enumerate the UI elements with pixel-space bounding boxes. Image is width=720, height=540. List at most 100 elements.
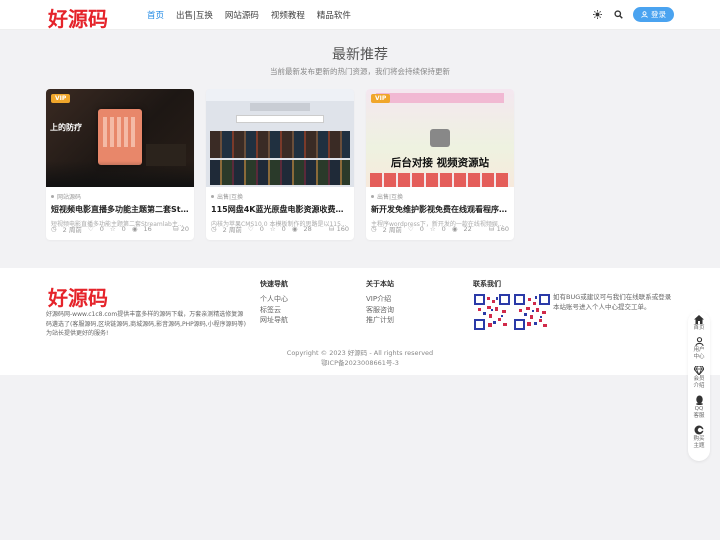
nav-premium-software[interactable]: 精品软件 [317,9,351,21]
user-icon [641,11,648,18]
post-title[interactable]: 短视频电影直播多功能主题第二套Str... [51,204,189,215]
post-category[interactable]: 出售|互换 [371,192,509,201]
footer-col-title: 快速导航 [260,280,288,288]
post-thumbnail[interactable] [206,89,354,187]
footer-col-title: 关于本站 [366,280,394,288]
download-icon: ⛁ [173,225,179,233]
footer-link-site-nav[interactable]: 网址导航 [260,315,288,326]
float-qq-button[interactable]: QQ客服 [688,395,710,420]
float-label: 购买主题 [693,436,705,449]
post-meta: ◷ 2 周前 ♡ 0 ☆ 0 ◉ 22 ⛁ 160 [371,224,509,234]
footer-link-vip[interactable]: VIP介绍 [366,294,394,305]
post-title[interactable]: 新开发免维护影视免费在线观看程序 后... [371,204,509,215]
header-actions: 登录 [591,7,674,22]
float-home-button[interactable]: 首页 [688,315,710,332]
nav-sale-exchange[interactable]: 出售|互换 [176,9,213,21]
footer-about: 关于本站 VIP介绍 客服咨询 推广计划 [366,279,394,326]
post-category[interactable]: 出售|互换 [211,192,349,201]
login-button[interactable]: 登录 [633,7,674,22]
icp-record[interactable]: 鄂ICP备2023008661号-3 [0,357,720,367]
float-user-center-button[interactable]: 用户中心 [688,337,710,361]
download-count: 20 [180,225,189,233]
post-title[interactable]: 115网盘4K蓝光原盘电影资源收费分... [211,204,349,215]
footer-description: 好源码网-www.c1c8.com提供丰富多样的源码下载，万套亲测精选修复源码遴… [46,311,246,337]
eye-icon: ◉ [131,225,138,233]
post-category[interactable]: 网站源码 [51,192,189,201]
site-header: 好源码 首页 出售|互换 网站源码 视频教程 精品软件 登录 [0,0,720,32]
footer-contact: 联系我们 [473,279,501,294]
user-icon [694,337,704,346]
footer-logo[interactable]: 好源码 [48,282,108,311]
fav-count: 0 [121,225,126,233]
float-toolbar: 首页 用户中心 会员介绍 QQ客服 购买主题 [688,311,710,461]
download-count-wrap: ⛁ 160 [489,225,509,233]
post-time: 2 周前 [62,226,82,234]
image-placeholder-icon [430,129,450,147]
qr-code-image [514,294,550,330]
thumb-caption: 上的防疗 [50,123,82,132]
float-label: 会员介绍 [693,376,705,389]
vip-badge: VIP [371,94,391,103]
footer-link-user-center[interactable]: 个人中心 [260,294,288,305]
vip-badge: VIP [51,94,71,103]
recommend-list: 上的防疗 VIP 网站源码 短视频电影直播多功能主题第二套Str... 短视频电… [46,89,514,240]
float-label: QQ客服 [693,406,705,419]
category-label: 出售|互换 [377,194,404,201]
contact-text: 如有BUG或建议可与我们在线联系或登录本站账号进入个人中心提交工单。 [553,293,672,311]
clock-icon: ◷ [211,225,217,233]
footer-link-support[interactable]: 客服咨询 [366,305,394,316]
clock-icon: ◷ [371,225,377,233]
download-count: 160 [496,225,509,233]
float-buy-theme-button[interactable]: 购买主题 [688,425,710,450]
post-thumbnail[interactable]: 上的防疗 VIP [46,89,194,187]
star-icon: ☆ [269,225,276,233]
thumb-caption: 后台对接 视频资源站 [390,157,490,169]
nav-website-source[interactable]: 网站源码 [225,9,259,21]
post-time: 2 周前 [382,226,402,234]
view-count: 16 [143,225,152,233]
site-logo[interactable]: 好源码 [48,3,108,32]
download-count-wrap: ⛁ 160 [329,225,349,233]
theme-logo-icon [694,425,704,435]
like-count: 0 [419,225,424,233]
footer-link-tag-cloud[interactable]: 标签云 [260,305,288,316]
post-time: 2 周前 [222,226,242,234]
like-count: 0 [99,225,104,233]
nav-home[interactable]: 首页 [147,9,164,21]
section-subtitle: 当前最新发布更新的热门资源，我们将会持续保持更新 [270,67,450,76]
download-icon: ⛁ [489,225,495,233]
download-icon: ⛁ [329,225,335,233]
star-icon: ☆ [109,225,116,233]
nav-video-tutorial[interactable]: 视频教程 [271,9,305,21]
heart-icon: ♡ [407,225,414,233]
eye-icon: ◉ [451,225,458,233]
post-card[interactable]: 上的防疗 VIP 网站源码 短视频电影直播多功能主题第二套Str... 短视频电… [46,89,194,240]
post-thumbnail[interactable]: 后台对接 视频资源站 VIP [366,89,514,187]
theme-toggle-icon[interactable] [591,8,603,22]
footer-link-affiliate[interactable]: 推广计划 [366,315,394,326]
download-count-wrap: ⛁ 20 [173,225,189,233]
download-count: 160 [336,225,349,233]
star-icon: ☆ [429,225,436,233]
like-count: 0 [259,225,264,233]
copyright: Copyright © 2023 好源码 - All rights reserv… [286,349,434,357]
fav-count: 0 [281,225,286,233]
clock-icon: ◷ [51,225,57,233]
view-count: 22 [463,225,472,233]
float-vip-button[interactable]: 会员介绍 [688,366,710,390]
post-card[interactable]: 出售|互换 115网盘4K蓝光原盘电影资源收费分... 内核为苹果CMS10.0… [206,89,354,240]
category-label: 出售|互换 [217,194,244,201]
post-card[interactable]: 后台对接 视频资源站 VIP 出售|互换 新开发免维护影视免费在线观看程序 后.… [366,89,514,240]
category-label: 网站源码 [57,194,82,201]
footer-quick-nav: 快速导航 个人中心 标签云 网址导航 [260,279,288,326]
heart-icon: ♡ [247,225,254,233]
login-label: 登录 [651,10,666,19]
view-count: 28 [303,225,312,233]
float-label: 首页 [693,325,705,331]
search-icon[interactable] [612,8,624,22]
diamond-icon [694,366,704,375]
heart-icon: ♡ [87,225,94,233]
fav-count: 0 [441,225,446,233]
post-meta: ◷ 2 周前 ♡ 0 ☆ 0 ◉ 16 ⛁ 20 [51,224,189,234]
section-title: 最新推荐 [332,47,388,63]
